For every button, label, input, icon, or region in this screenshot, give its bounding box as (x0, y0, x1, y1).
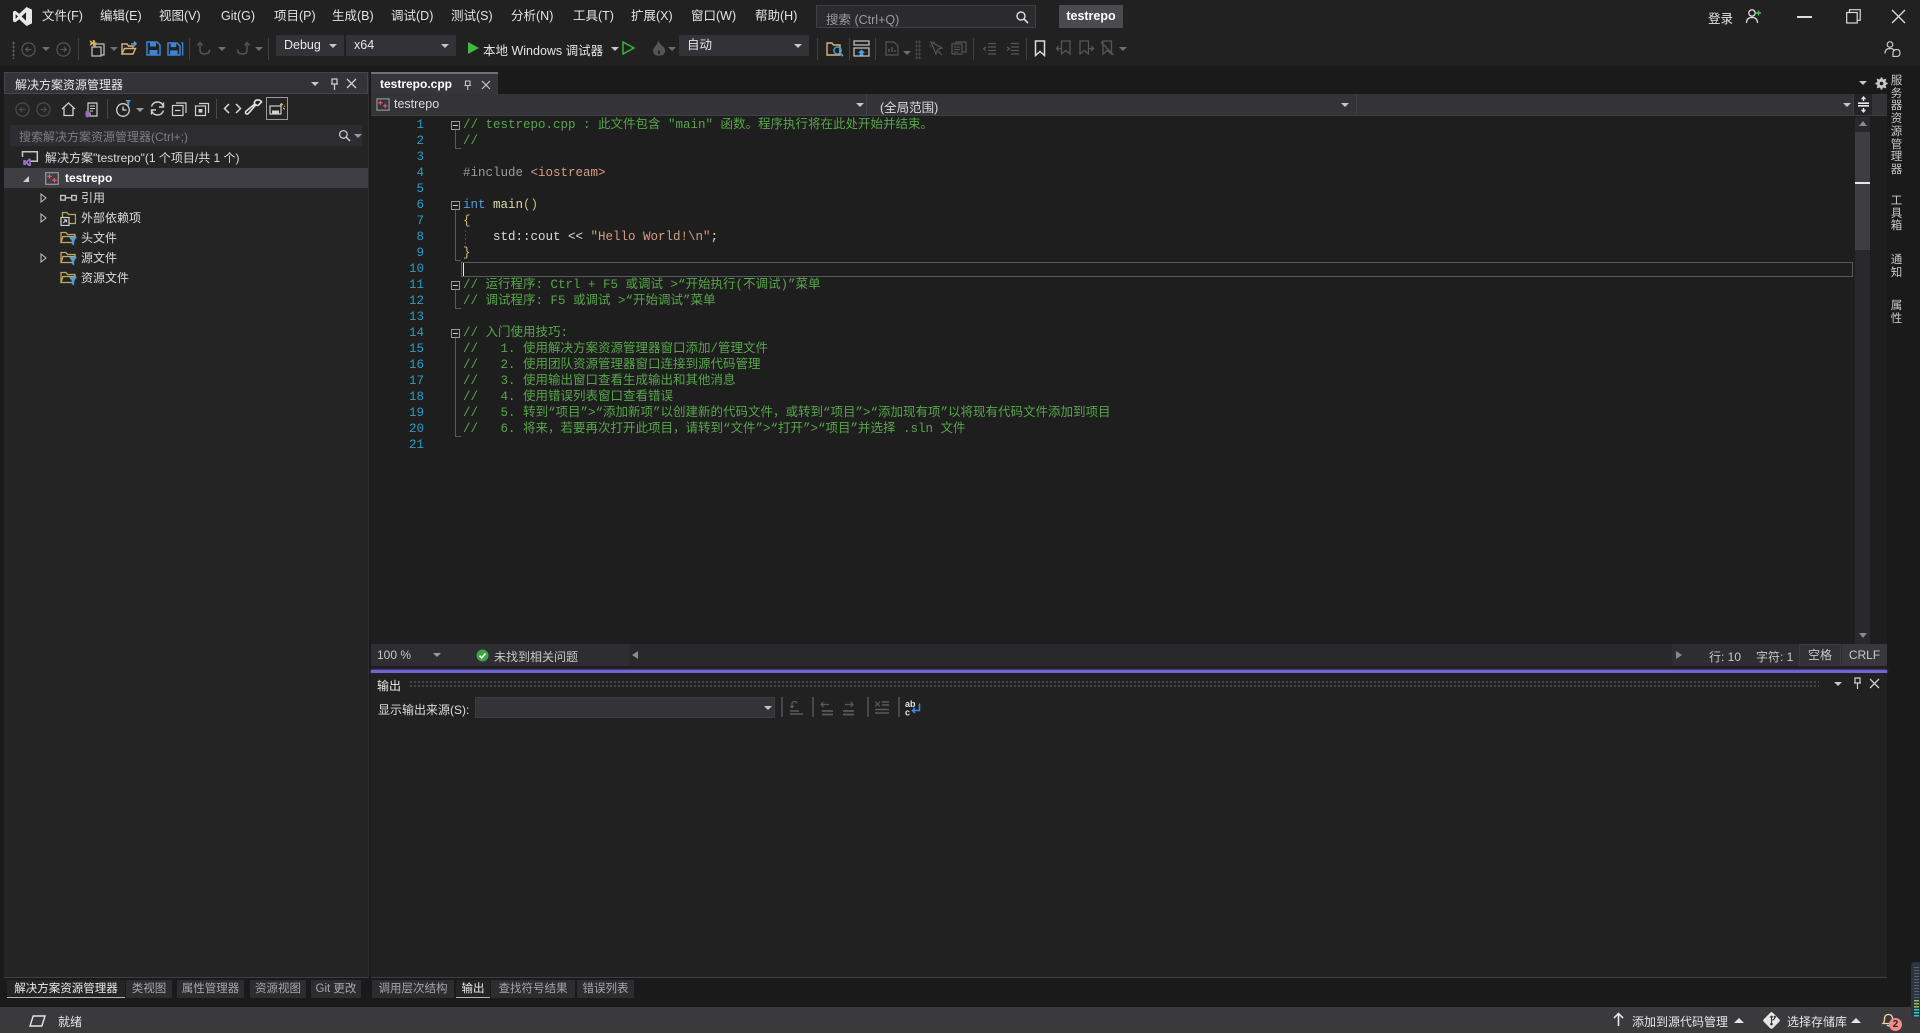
svg-text:c: c (905, 708, 910, 717)
